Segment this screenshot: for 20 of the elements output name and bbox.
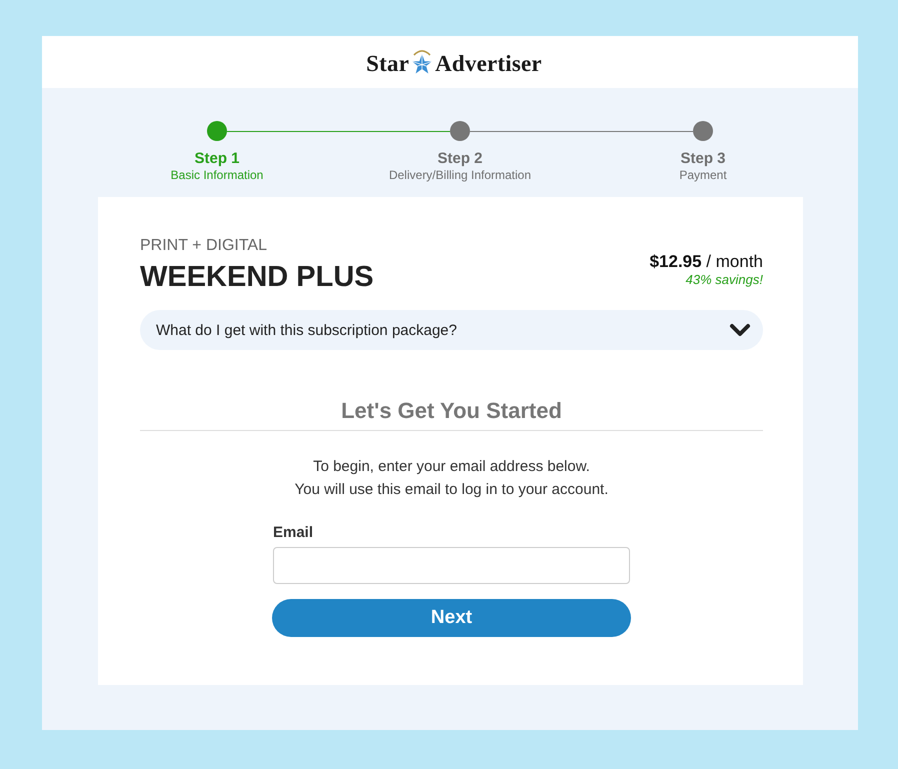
step-subtitle: Payment	[679, 168, 727, 183]
plan-price: $12.95 / month	[650, 252, 763, 272]
step-title: Step 3	[680, 150, 726, 168]
logo-text: Star	[366, 51, 410, 77]
logo-text: Advertiser	[435, 51, 542, 77]
intro-text: To begin, enter your email address below. You will use this email to log in to your account.	[294, 457, 610, 500]
step-subtitle: Delivery/Billing Information	[388, 168, 532, 183]
email-label: Email	[273, 524, 314, 542]
savings-text: 43% savings!	[686, 272, 763, 288]
package-details-toggle[interactable]: What do I get with this subscription package?	[140, 310, 763, 350]
step-title: Step 1	[194, 150, 240, 168]
email-input[interactable]	[273, 547, 630, 584]
plan-name: WEEKEND PLUS	[140, 261, 374, 293]
step-subtitle: Basic Information	[170, 168, 264, 183]
section-heading: Let's Get You Started	[140, 397, 763, 431]
chevron-icon	[729, 323, 751, 337]
next-button[interactable]: Next	[272, 599, 631, 637]
plan-category: PRINT + DIGITAL	[140, 236, 268, 256]
step-title: Step 2	[437, 150, 482, 168]
star-icon	[410, 48, 434, 76]
